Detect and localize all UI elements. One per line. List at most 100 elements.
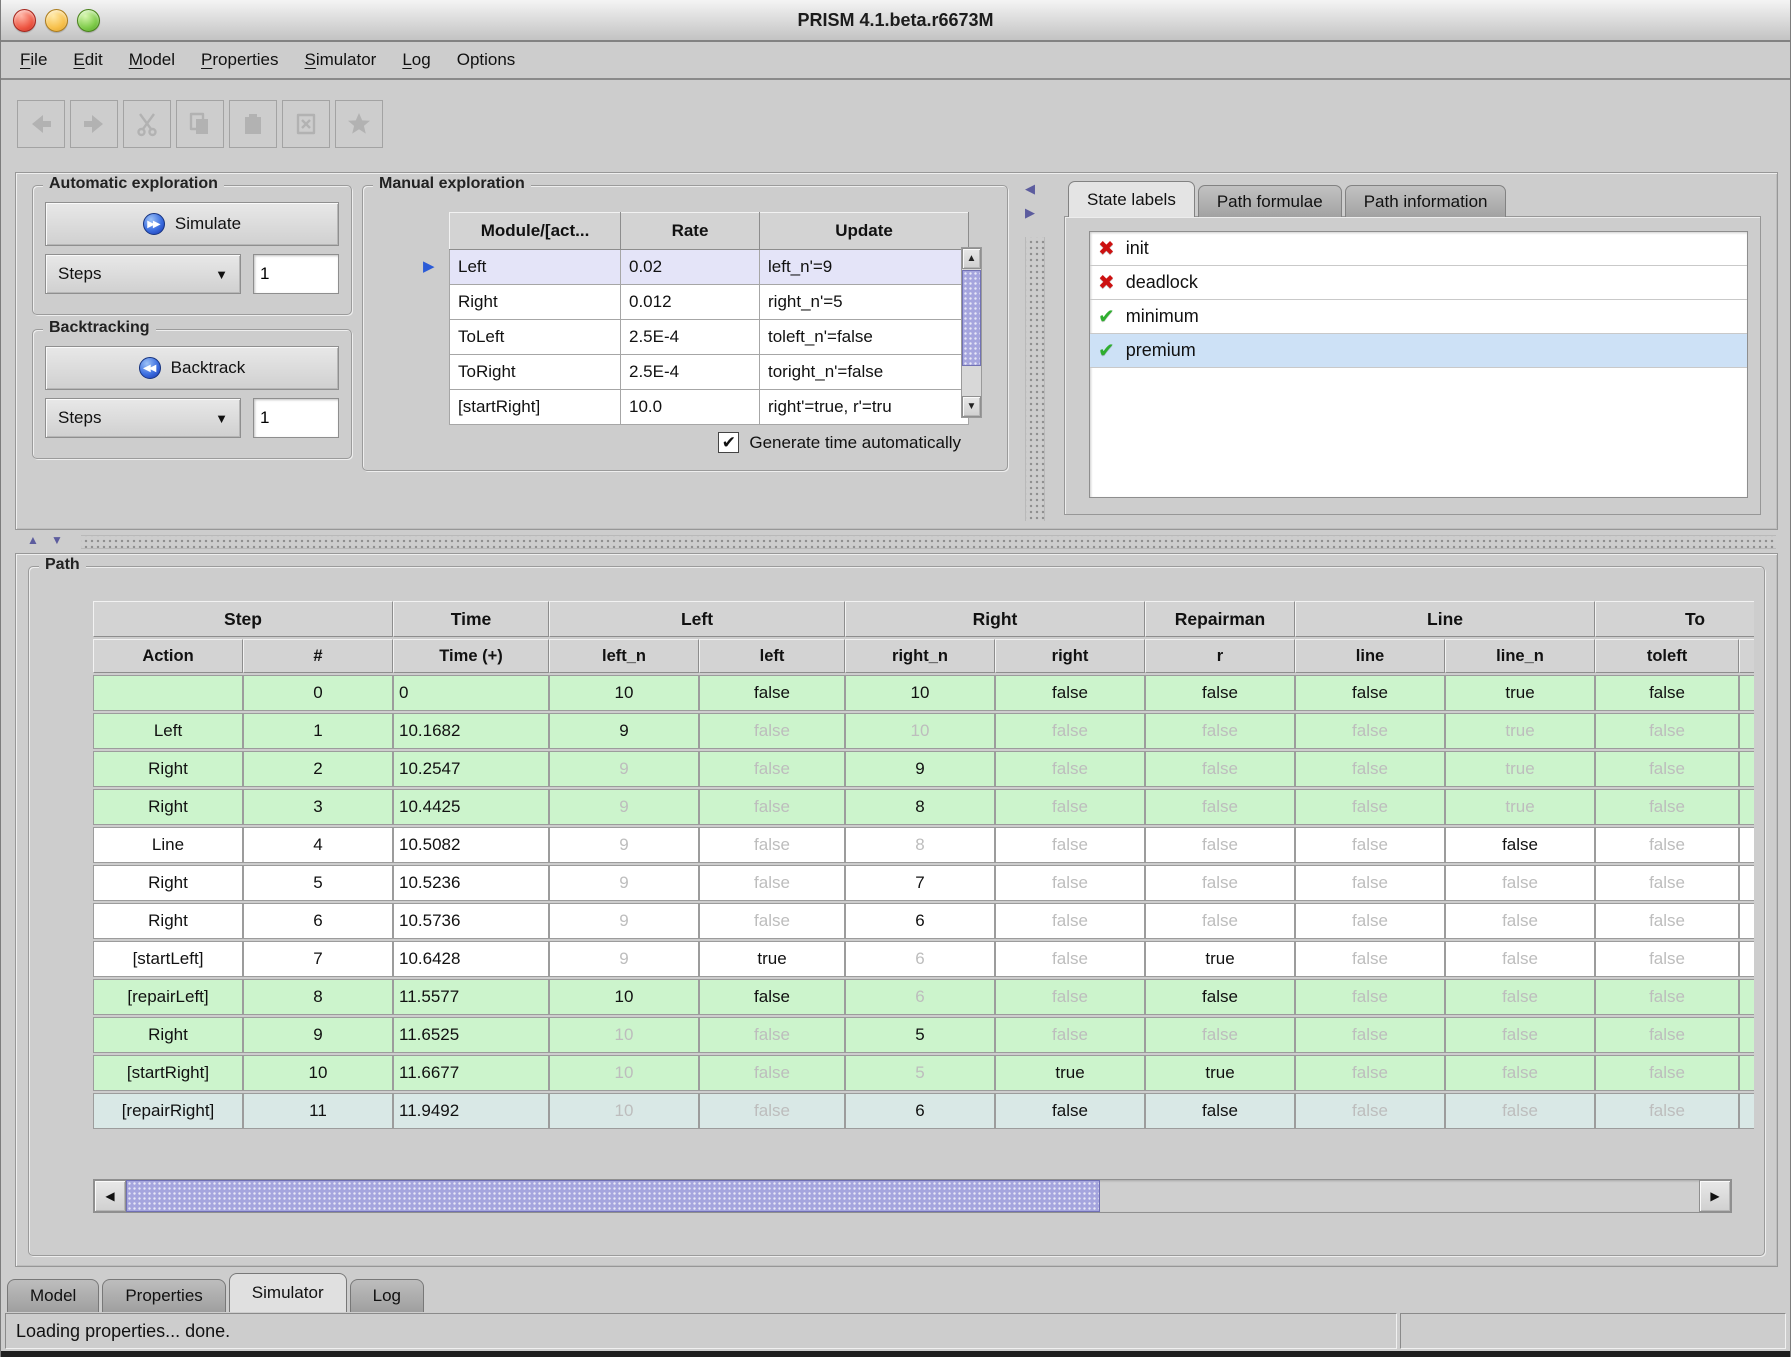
path-step-row[interactable]: [startRight]1011.667710false5truetruefal… — [93, 1055, 1754, 1091]
toolbar-star-button[interactable] — [335, 100, 383, 148]
scroll-up-button[interactable]: ▲ — [962, 248, 981, 269]
transition-cell: ToLeft — [450, 320, 621, 355]
scrollbar-track[interactable] — [1100, 1180, 1699, 1212]
path-cell: 10.4425 — [393, 789, 549, 825]
horizontal-splitter[interactable]: ▲ ▼ — [15, 531, 1778, 551]
path-cell: false — [995, 1017, 1145, 1053]
path-step-row[interactable]: Right310.44259false8falsefalsefalsetruef… — [93, 789, 1754, 825]
splitter-texture[interactable] — [81, 535, 1776, 549]
menu-item-file[interactable]: File — [7, 50, 60, 70]
path-step-row[interactable]: Right911.652510false5falsefalsefalsefals… — [93, 1017, 1754, 1053]
column-header-0: Module/[act... — [450, 213, 621, 250]
manual-exploration-title: Manual exploration — [373, 175, 531, 193]
backtrack-steps-combo[interactable]: Steps ▼ — [45, 398, 241, 438]
transition-row[interactable]: [startRight]10.0right'=true, r'=tru — [450, 390, 969, 425]
cross-icon: ✖ — [1098, 236, 1115, 261]
state-labels-pane: ✖init✖deadlock✔minimum✔premium — [1064, 216, 1761, 515]
path-step-row[interactable]: Line410.50829false8falsefalsefalsefalsef… — [93, 827, 1754, 863]
main-tab-model[interactable]: Model — [7, 1279, 99, 1312]
toolbar-paste-button[interactable] — [229, 100, 277, 148]
collapse-left-icon[interactable]: ◀ — [1025, 181, 1035, 197]
path-cell: 8 — [243, 979, 393, 1015]
collapse-right-icon[interactable]: ▶ — [1025, 205, 1035, 221]
window-title: PRISM 4.1.beta.r6673M — [1, 10, 1790, 31]
path-cell: false — [699, 827, 845, 863]
splitter-texture[interactable] — [1025, 237, 1045, 521]
tab-state-labels[interactable]: State labels — [1068, 181, 1195, 217]
path-step-row[interactable]: 0010false10falsefalsefalsetruefalse — [93, 675, 1754, 711]
path-cell: false — [1595, 713, 1739, 749]
menu-item-edit[interactable]: Edit — [60, 50, 115, 70]
path-cell: true — [1445, 751, 1595, 787]
path-cell: false — [1295, 1017, 1445, 1053]
backtrack-steps-input[interactable] — [253, 398, 339, 438]
scrollbar-thumb[interactable] — [962, 270, 981, 366]
transition-row[interactable]: ToRight2.5E-4toright_n'=false — [450, 355, 969, 390]
path-cell-clipped — [1739, 1093, 1754, 1129]
close-button[interactable] — [13, 9, 36, 32]
tab-path-information[interactable]: Path information — [1345, 185, 1507, 217]
transition-cell: Left — [450, 250, 621, 285]
group-header-time: Time — [393, 601, 549, 637]
backtrack-button[interactable]: ◀◀ Backtrack — [45, 346, 339, 390]
path-step-row[interactable]: [startLeft]710.64289true6falsetruefalsef… — [93, 941, 1754, 977]
scroll-down-button[interactable]: ▼ — [962, 396, 981, 417]
scroll-left-button[interactable]: ◀ — [94, 1180, 126, 1212]
path-region: Path StepTimeLeftRightRepairmanLineToAct… — [15, 553, 1778, 1267]
path-cell: false — [699, 1093, 845, 1129]
scrollbar-thumb[interactable] — [126, 1180, 1100, 1212]
path-cell: false — [699, 979, 845, 1015]
minimize-button[interactable] — [45, 9, 68, 32]
generate-time-checkbox[interactable]: ✔ — [718, 432, 739, 453]
menu-item-simulator[interactable]: Simulator — [292, 50, 390, 70]
main-tab-simulator[interactable]: Simulator — [229, 1273, 347, 1312]
simulate-button[interactable]: ▶▶ Simulate — [45, 202, 339, 246]
menu-item-options[interactable]: Options — [444, 50, 529, 70]
path-cell-clipped — [1739, 1017, 1754, 1053]
transition-row[interactable]: ToLeft2.5E-4toleft_n'=false — [450, 320, 969, 355]
main-tab-properties[interactable]: Properties — [102, 1279, 225, 1312]
tab-path-formulae[interactable]: Path formulae — [1198, 185, 1342, 217]
exploration-area: Automatic exploration ▶▶ Simulate Steps … — [16, 173, 1016, 529]
toolbar-forward-arrow-button[interactable] — [70, 100, 118, 148]
toolbar-back-arrow-button[interactable] — [17, 100, 65, 148]
collapse-down-icon[interactable]: ▼ — [51, 533, 63, 547]
path-step-row[interactable]: Right510.52369false7falsefalsefalsefalse… — [93, 865, 1754, 901]
menu-item-log[interactable]: Log — [389, 50, 443, 70]
menu-item-model[interactable]: Model — [116, 50, 188, 70]
toolbar-cut-button[interactable] — [123, 100, 171, 148]
traffic-lights — [13, 9, 100, 32]
path-cell: 9 — [243, 1017, 393, 1053]
path-step-row[interactable]: Right210.25479false9falsefalsefalsetruef… — [93, 751, 1754, 787]
path-cell: [repairLeft] — [93, 979, 243, 1015]
transition-cell: right'=true, r'=tru — [760, 390, 969, 425]
scroll-right-button[interactable]: ▶ — [1699, 1180, 1731, 1212]
path-cell: Right — [93, 1017, 243, 1053]
toolbar-copy-button[interactable] — [176, 100, 224, 148]
chevron-down-icon: ▼ — [215, 411, 228, 426]
state-label-row-deadlock[interactable]: ✖deadlock — [1090, 266, 1747, 300]
toolbar-delete-button[interactable] — [282, 100, 330, 148]
auto-steps-input[interactable] — [253, 254, 339, 294]
path-step-row[interactable]: [repairRight]1111.949210false6falsefalse… — [93, 1093, 1754, 1129]
transition-row[interactable]: Right0.012right_n'=5 — [450, 285, 969, 320]
column-header-right: right — [995, 639, 1145, 673]
path-step-row[interactable]: Left110.16829false10falsefalsefalsetruef… — [93, 713, 1754, 749]
main-tab-bar: ModelPropertiesSimulatorLog — [7, 1272, 427, 1312]
vertical-splitter[interactable]: ◀ ▶ — [1016, 173, 1054, 529]
path-step-row[interactable]: Right610.57369false6falsefalsefalsefalse… — [93, 903, 1754, 939]
path-cell: 11.6525 — [393, 1017, 549, 1053]
state-label-row-minimum[interactable]: ✔minimum — [1090, 300, 1747, 334]
auto-steps-combo[interactable]: Steps ▼ — [45, 254, 241, 294]
transition-row[interactable]: Left0.02left_n'=9 — [450, 250, 969, 285]
menu-item-properties[interactable]: Properties — [188, 50, 291, 70]
state-label-row-premium[interactable]: ✔premium — [1090, 334, 1747, 368]
state-label-row-init[interactable]: ✖init — [1090, 232, 1747, 266]
transition-cell: toleft_n'=false — [760, 320, 969, 355]
zoom-button[interactable] — [77, 9, 100, 32]
path-cell: 1 — [243, 713, 393, 749]
collapse-up-icon[interactable]: ▲ — [27, 533, 39, 547]
main-tab-log[interactable]: Log — [350, 1279, 424, 1312]
path-step-row[interactable]: [repairLeft]811.557710false6falsefalsefa… — [93, 979, 1754, 1015]
path-cell: false — [1595, 1017, 1739, 1053]
